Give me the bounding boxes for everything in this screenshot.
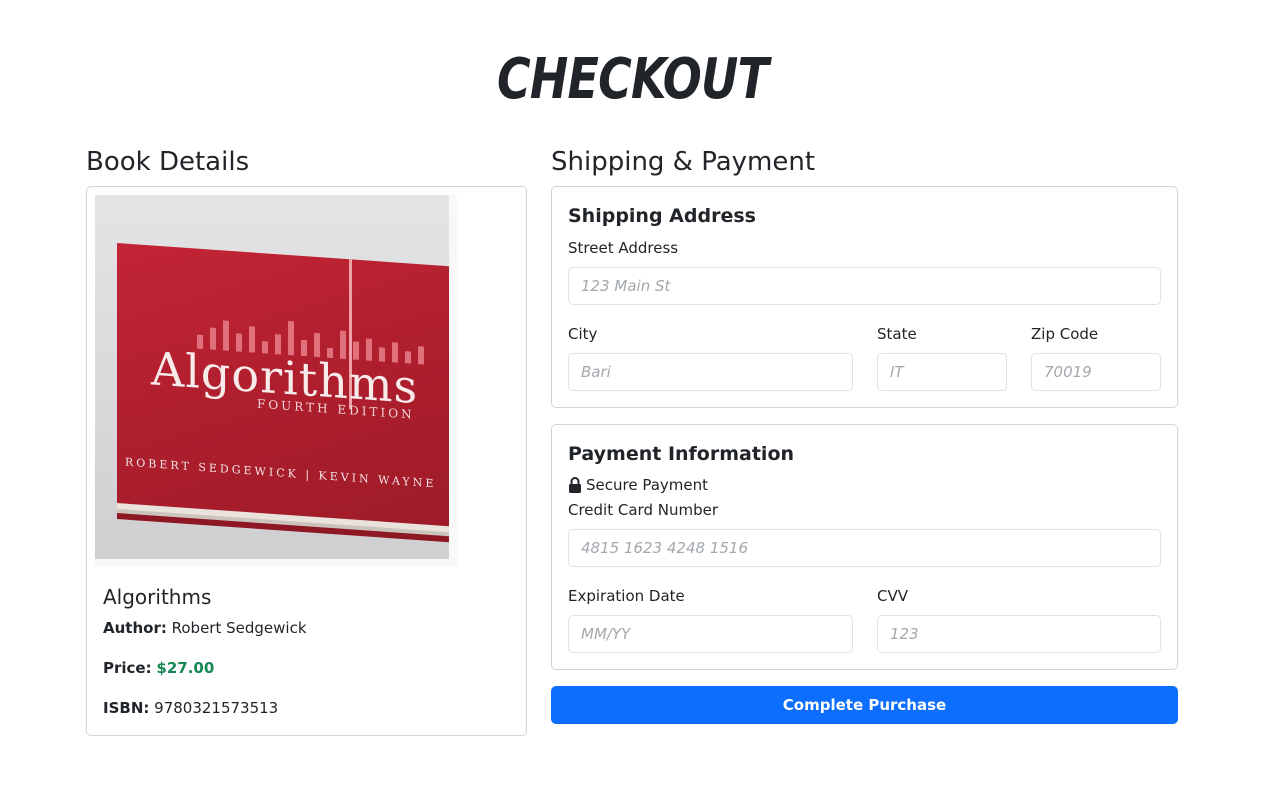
book-cover-image: Algorithms FOURTH EDITION ROBERT SEDGEWI… — [95, 195, 457, 567]
book-isbn: ISBN: 9780321573513 — [103, 699, 278, 717]
city-input[interactable] — [568, 353, 853, 391]
shipping-address-card: Shipping Address Street Address City Sta… — [551, 186, 1178, 408]
payment-information-card: Payment Information Secure Payment Credi… — [551, 424, 1178, 670]
price-label: Price: — [103, 659, 152, 677]
shipping-address-heading: Shipping Address — [568, 205, 756, 227]
book-card: Algorithms FOURTH EDITION ROBERT SEDGEWI… — [86, 186, 527, 736]
card-number-label: Credit Card Number — [568, 501, 718, 519]
secure-payment-text: Secure Payment — [586, 476, 709, 494]
complete-purchase-button[interactable]: Complete Purchase — [551, 686, 1178, 724]
lock-icon — [568, 477, 582, 493]
expiration-label: Expiration Date — [568, 587, 685, 605]
book-title: Algorithms — [103, 585, 212, 609]
author-value: Robert Sedgewick — [171, 619, 307, 637]
cvv-label: CVV — [877, 587, 908, 605]
isbn-label: ISBN: — [103, 699, 150, 717]
price-value: $27.00 — [156, 659, 215, 677]
cvv-input[interactable] — [877, 615, 1161, 653]
zip-label: Zip Code — [1031, 325, 1099, 343]
secure-payment-indicator: Secure Payment — [568, 476, 708, 494]
shipping-payment-heading: Shipping & Payment — [551, 147, 816, 177]
book-details-heading: Book Details — [86, 147, 250, 177]
author-label: Author: — [103, 619, 167, 637]
zip-input[interactable] — [1031, 353, 1161, 391]
book-author: Author: Robert Sedgewick — [103, 619, 307, 637]
state-label: State — [877, 325, 917, 343]
isbn-value: 9780321573513 — [154, 699, 279, 717]
book-price: Price: $27.00 — [103, 659, 214, 677]
cover-authors: ROBERT SEDGEWICK | KEVIN WAYNE — [125, 455, 437, 491]
state-input[interactable] — [877, 353, 1007, 391]
page-title: CHECKOUT — [497, 47, 769, 112]
street-input[interactable] — [568, 267, 1161, 305]
payment-information-heading: Payment Information — [568, 443, 795, 465]
city-label: City — [568, 325, 598, 343]
card-number-input[interactable] — [568, 529, 1161, 567]
street-label: Street Address — [568, 239, 679, 257]
expiration-input[interactable] — [568, 615, 853, 653]
